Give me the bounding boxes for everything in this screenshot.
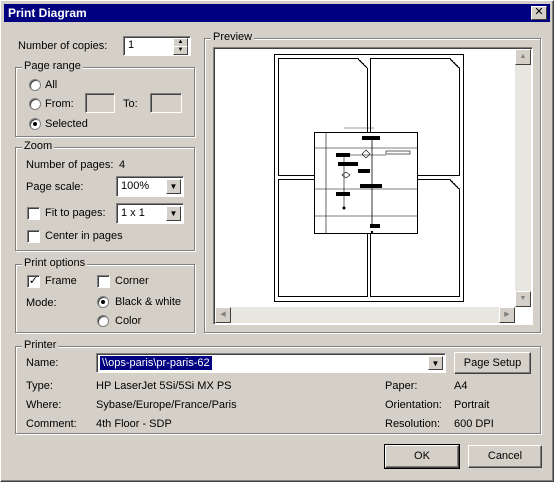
page-setup-label: Page Setup: [463, 357, 522, 369]
resolution-value: 600 DPI: [454, 418, 494, 430]
center-in-pages-label: Center in pages: [45, 230, 123, 242]
radio-all[interactable]: [29, 79, 41, 91]
printer-name-label: Name:: [26, 357, 59, 369]
radio-selected[interactable]: [29, 118, 41, 130]
page-range-title: Page range: [22, 60, 83, 72]
fit-to-pages-value: 1 x 1: [121, 207, 145, 219]
scroll-right-icon[interactable]: ▶: [499, 307, 515, 323]
page-scale-value: 100%: [121, 180, 150, 192]
scroll-up-icon[interactable]: ▲: [515, 49, 531, 65]
comment-value: 4th Floor - SDP: [96, 418, 172, 430]
preview-diagram: [314, 127, 418, 234]
corner-label: Corner: [115, 275, 149, 287]
orientation-value: Portrait: [454, 399, 490, 411]
comment-label: Comment:: [26, 418, 77, 430]
from-label: From:: [45, 98, 74, 110]
close-icon: ✕: [534, 6, 544, 18]
title-bar[interactable]: Print Diagram ✕: [4, 4, 550, 22]
scroll-down-icon[interactable]: ▼: [515, 291, 531, 307]
horizontal-scrollbar[interactable]: ◀ ▶: [215, 307, 515, 323]
page-setup-button[interactable]: Page Setup: [454, 352, 531, 374]
page-scale-label: Page scale:: [26, 181, 84, 193]
where-value: Sybase/Europe/France/Paris: [96, 399, 237, 411]
corner-checkbox[interactable]: [97, 275, 110, 288]
close-button[interactable]: ✕: [531, 6, 547, 20]
from-field[interactable]: [85, 93, 115, 113]
selected-label: Selected: [45, 118, 88, 130]
to-label: To:: [123, 98, 138, 110]
resolution-label: Resolution:: [385, 418, 441, 430]
num-pages-label: Number of pages:: [26, 159, 114, 171]
center-in-pages-checkbox[interactable]: [27, 230, 40, 243]
print-diagram-dialog: Print Diagram ✕ Number of copies: 1 ▲ ▼ …: [0, 0, 554, 482]
printer-group: Printer Name: \\ops-paris\pr-paris-62 ▼ …: [15, 339, 541, 434]
fit-to-pages-dropdown[interactable]: 1 x 1 ▼: [116, 203, 184, 224]
chevron-down-icon[interactable]: ▼: [428, 356, 443, 370]
printer-title: Printer: [22, 339, 59, 351]
frame-checkbox[interactable]: ✓: [27, 275, 40, 288]
page-scale-dropdown[interactable]: 100% ▼: [116, 176, 184, 197]
paper-value: A4: [454, 380, 468, 392]
cancel-button[interactable]: Cancel: [468, 445, 542, 468]
preview-title: Preview: [211, 31, 255, 43]
num-pages-value: 4: [119, 159, 126, 171]
printer-name-dropdown[interactable]: \\ops-paris\pr-paris-62 ▼: [96, 353, 446, 373]
zoom-title: Zoom: [22, 140, 55, 152]
copies-spinner[interactable]: 1 ▲ ▼: [123, 36, 191, 56]
cancel-label: Cancel: [487, 450, 523, 462]
printer-name-value: \\ops-paris\pr-paris-62: [100, 356, 212, 370]
radio-color[interactable]: [97, 315, 109, 327]
type-value: HP LaserJet 5Si/5Si MX PS: [96, 380, 232, 392]
preview-area[interactable]: [213, 47, 533, 325]
orientation-label: Orientation:: [385, 399, 442, 411]
type-label: Type:: [26, 380, 53, 392]
frame-label: Frame: [45, 275, 77, 287]
chevron-down-icon[interactable]: ▼: [166, 179, 181, 194]
ok-button[interactable]: OK: [384, 444, 460, 469]
copies-label: Number of copies:: [18, 40, 108, 52]
zoom-group: Zoom Number of pages: 4 Page scale: 100%…: [15, 140, 195, 251]
scroll-left-icon[interactable]: ◀: [215, 307, 231, 323]
preview-group: Preview ▲ ▼ ◀ ▶: [204, 31, 541, 333]
chevron-down-icon[interactable]: ▼: [166, 206, 181, 221]
page-range-group: Page range All From: To: Selected: [15, 60, 195, 137]
paper-label: Paper:: [385, 380, 418, 392]
where-label: Where:: [26, 399, 62, 411]
arrow-down-icon[interactable]: ▼: [173, 46, 188, 55]
all-label: All: [45, 79, 58, 91]
black-white-label: Black & white: [115, 296, 182, 308]
fit-to-pages-label: Fit to pages:: [45, 207, 106, 219]
ok-label: OK: [414, 450, 430, 462]
vertical-scrollbar[interactable]: ▲ ▼: [515, 49, 531, 307]
radio-from[interactable]: [29, 98, 41, 110]
fit-to-pages-checkbox[interactable]: [27, 207, 40, 220]
color-label: Color: [115, 315, 142, 327]
print-options-title: Print options: [22, 257, 88, 269]
print-options-group: Print options ✓ Frame Corner Mode: Black…: [15, 257, 195, 333]
copies-value: 1: [128, 39, 135, 51]
mode-label: Mode:: [26, 297, 57, 309]
window-title: Print Diagram: [8, 6, 87, 20]
to-field[interactable]: [150, 93, 182, 113]
radio-black-white[interactable]: [97, 296, 109, 308]
